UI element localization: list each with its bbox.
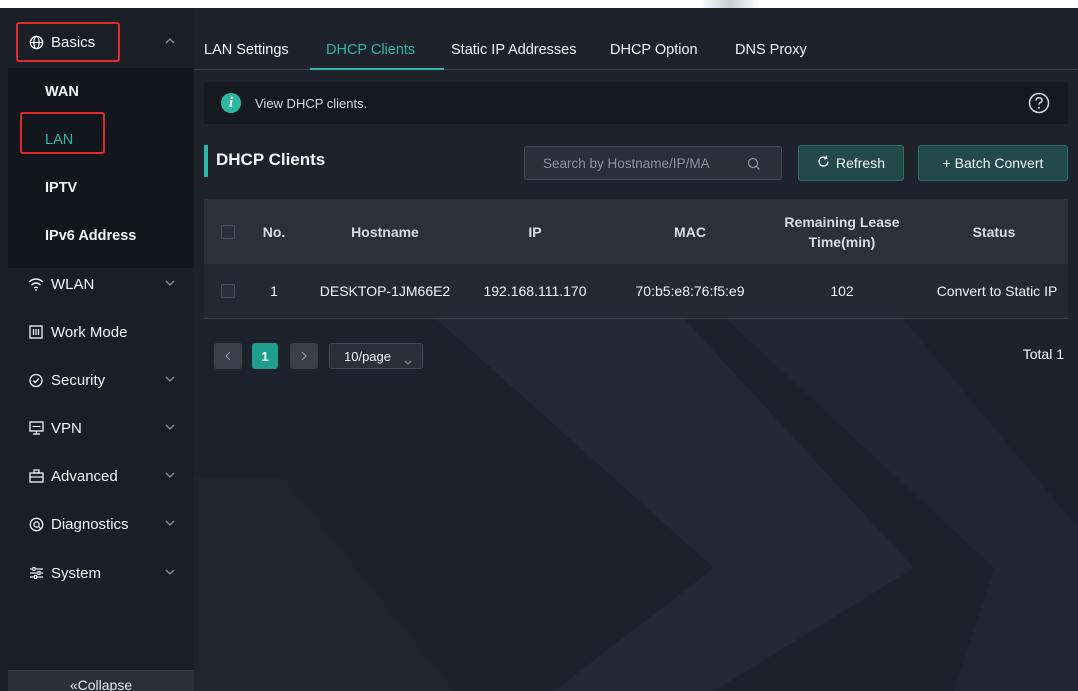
sliders-icon: [28, 565, 44, 581]
tab-bar: LAN Settings DHCP Clients Static IP Addr…: [194, 28, 1078, 70]
header-lease-line1: Remaining Lease: [784, 213, 900, 230]
tab-dns-proxy[interactable]: DNS Proxy: [735, 42, 807, 58]
cell-lease: 102: [830, 283, 854, 299]
sidebar: Basics WAN LAN IPTV IPv6 Address WLAN Wo…: [8, 8, 194, 691]
nav-group-diagnostics[interactable]: Diagnostics: [8, 500, 194, 548]
cell-mac: 70:b5:e8:76:f5:e9: [635, 283, 745, 299]
toolbox-icon: [28, 468, 44, 484]
select-all-checkbox[interactable]: [221, 224, 235, 239]
workmode-icon: [28, 324, 44, 340]
diagnostics-icon: [28, 516, 44, 532]
header-status: Status: [972, 223, 1016, 240]
header-ip: IP: [528, 223, 542, 240]
search-icon[interactable]: [747, 157, 761, 171]
sidebar-item-lan[interactable]: LAN: [8, 116, 194, 164]
refresh-button[interactable]: Refresh: [798, 145, 904, 181]
nav-group-security-label: Security: [51, 371, 106, 389]
nav-group-system[interactable]: System: [8, 549, 194, 597]
tab-dhcp-clients[interactable]: DHCP Clients: [326, 42, 415, 58]
router-admin-app: Basics WAN LAN IPTV IPv6 Address WLAN Wo…: [0, 0, 1078, 691]
chevron-down-icon: [164, 517, 176, 529]
chevron-right-icon: [301, 351, 307, 361]
total-count: Total 1: [1022, 346, 1064, 362]
page-button-current[interactable]: 1: [252, 343, 278, 369]
nav-group-diagnostics-label: Diagnostics: [51, 515, 129, 533]
active-tab-underline: [310, 68, 444, 70]
chevron-left-icon: [225, 351, 231, 361]
header-mac: MAC: [674, 223, 706, 240]
sidebar-item-label: IPv6 Address: [45, 228, 137, 244]
sidebar-item-iptv[interactable]: IPTV: [8, 164, 194, 212]
chevron-down-icon: [164, 277, 176, 289]
collapse-button[interactable]: «Collapse: [8, 670, 194, 691]
table-row: 1 DESKTOP-1JM66E2 192.168.111.170 70:b5:…: [204, 264, 1068, 319]
sidebar-item-label: LAN: [45, 132, 74, 148]
main-content: LAN Settings DHCP Clients Static IP Addr…: [194, 8, 1078, 691]
chevron-down-icon: [164, 566, 176, 578]
search-box: [524, 146, 782, 180]
chevron-down-icon: [164, 469, 176, 481]
tab-static-ip-addresses[interactable]: Static IP Addresses: [451, 42, 576, 58]
sidebar-item-label: IPTV: [45, 180, 78, 196]
batch-convert-button[interactable]: + Batch Convert: [918, 145, 1068, 181]
chevron-down-icon: [404, 353, 412, 368]
cell-ip: 192.168.111.170: [483, 283, 587, 299]
info-text: View DHCP clients.: [255, 95, 368, 111]
section-accent-bar: [204, 145, 208, 177]
top-shade: [700, 0, 760, 8]
nav-group-basics[interactable]: Basics: [8, 18, 194, 66]
batch-convert-label: + Batch Convert: [942, 155, 1044, 171]
nav-group-wlan-label: WLAN: [51, 275, 95, 293]
help-icon[interactable]: [1028, 92, 1050, 114]
wifi-icon: [28, 276, 44, 292]
nav-group-vpn-label: VPN: [51, 419, 82, 437]
convert-to-static-ip-link[interactable]: Convert to Static IP: [926, 264, 1068, 318]
nav-group-work-mode[interactable]: Work Mode: [8, 308, 194, 356]
chevron-up-icon: [164, 35, 176, 47]
header-no: No.: [262, 223, 286, 240]
section-title: DHCP Clients: [216, 150, 326, 169]
prev-page-button[interactable]: [214, 343, 242, 369]
row-checkbox[interactable]: [221, 284, 235, 298]
sidebar-item-label: WAN: [45, 84, 79, 100]
top-strip: [0, 0, 1078, 8]
nav-group-advanced-label: Advanced: [51, 467, 118, 485]
search-input[interactable]: [543, 147, 743, 179]
info-icon: i: [221, 93, 241, 113]
refresh-label: Refresh: [835, 155, 886, 171]
sidebar-item-wan[interactable]: WAN: [8, 68, 194, 116]
nav-group-wlan[interactable]: WLAN: [8, 260, 194, 308]
nav-group-security[interactable]: Security: [8, 356, 194, 404]
header-remaining-lease: Remaining Lease Time(min): [778, 199, 906, 264]
page-size-value: 10/page: [344, 348, 391, 364]
chevron-down-icon: [164, 373, 176, 385]
cell-hostname: DESKTOP-1JM66E2: [319, 283, 451, 299]
nav-group-advanced[interactable]: Advanced: [8, 452, 194, 500]
nav-group-basics-label: Basics: [51, 33, 96, 51]
tab-lan-settings[interactable]: LAN Settings: [204, 42, 289, 58]
basics-submenu: WAN LAN IPTV IPv6 Address: [8, 68, 194, 268]
tab-dhcp-option[interactable]: DHCP Option: [610, 42, 698, 58]
nav-group-system-label: System: [51, 564, 102, 582]
row-select-cell: [214, 264, 242, 318]
vpn-icon: [28, 420, 44, 436]
cell-no: 1: [270, 283, 278, 299]
sidebar-item-ipv6-address[interactable]: IPv6 Address: [8, 212, 194, 260]
next-page-button[interactable]: [290, 343, 318, 369]
table-header: No. Hostname IP MAC Remaining Lease Time…: [204, 199, 1068, 264]
info-bar: i View DHCP clients.: [204, 82, 1068, 124]
header-hostname: Hostname: [351, 223, 419, 240]
page-size-select[interactable]: 10/page: [329, 343, 423, 369]
globe-icon: [28, 34, 44, 50]
chevron-down-icon: [164, 421, 176, 433]
collapse-label: «Collapse: [69, 677, 133, 691]
nav-group-work-mode-label: Work Mode: [51, 323, 128, 341]
shield-icon: [28, 372, 44, 388]
header-lease-line2: Time(min): [808, 233, 876, 250]
refresh-icon: [817, 155, 830, 171]
nav-group-vpn[interactable]: VPN: [8, 404, 194, 452]
select-all-cell: [214, 199, 242, 264]
